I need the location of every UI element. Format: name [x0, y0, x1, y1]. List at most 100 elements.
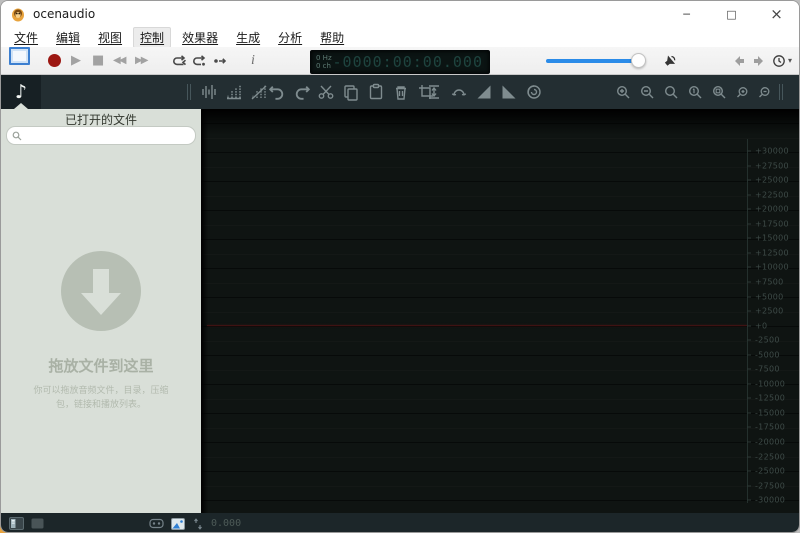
history-button[interactable]: ▾ — [771, 47, 792, 74]
amplitude-tools-group — [425, 75, 543, 109]
volume-slider[interactable] — [546, 59, 642, 63]
app-window: ocenaudio ─ □ × 文件编辑视图控制效果器生成分析帮助 ▶ ■ ◀◀… — [0, 0, 800, 533]
history-clock-icon — [771, 53, 787, 69]
volume-slider-thumb[interactable] — [631, 53, 646, 68]
title-bar[interactable]: ocenaudio ─ □ × — [1, 1, 799, 27]
scale-label: -27500 — [747, 481, 785, 490]
scale-label: -17500 — [747, 423, 785, 432]
scale-label: -7500 — [747, 365, 780, 374]
audio-format-info: 0 Hz 0 ch — [316, 54, 332, 70]
sort-arrows-icon — [193, 518, 203, 530]
zoom-out-icon[interactable] — [639, 84, 656, 101]
toolbar-grip[interactable] — [187, 84, 193, 100]
arrow-right-icon — [752, 54, 766, 68]
toggle-sidebar-button[interactable] — [9, 513, 24, 533]
selection-tool-button[interactable] — [9, 47, 30, 65]
info-button[interactable]: i — [251, 47, 255, 74]
amplitude-scale: +30000+27500+25000+22500+20000+17500+150… — [745, 109, 799, 513]
snap-icon — [149, 518, 164, 529]
navigate-forward-button[interactable] — [752, 47, 766, 74]
zoom-fit-icon[interactable] — [663, 84, 680, 101]
scale-label: -5000 — [747, 350, 780, 359]
close-button[interactable]: × — [754, 1, 799, 27]
menu-item-1[interactable]: 编辑 — [49, 27, 87, 48]
navigate-back-button[interactable] — [732, 47, 746, 74]
spectrum-disabled-icon[interactable] — [250, 83, 268, 101]
scale-label: +20000 — [747, 205, 789, 214]
waveform-editor[interactable]: +30000+27500+25000+22500+20000+17500+150… — [201, 109, 799, 513]
view-thumbnail-button[interactable] — [171, 513, 185, 533]
vertical-zoom-in-icon[interactable] — [735, 85, 750, 100]
paste-icon[interactable] — [367, 83, 385, 101]
menu-item-2[interactable]: 视图 — [91, 27, 129, 48]
play-from-cursor-button[interactable] — [212, 47, 228, 74]
scale-label: -12500 — [747, 394, 785, 403]
cursor-position-label: 0.000 — [211, 513, 241, 533]
loop-selection-icon — [191, 53, 207, 69]
music-note-icon: ♪ — [15, 81, 27, 103]
zoom-one-to-one-icon[interactable] — [687, 84, 704, 101]
status-bar: 0.000 — [1, 513, 799, 533]
zoom-in-icon[interactable] — [615, 84, 632, 101]
zoom-tools-group — [615, 75, 785, 109]
menu-item-4[interactable]: 效果器 — [175, 27, 225, 48]
menu-item-7[interactable]: 帮助 — [313, 27, 351, 48]
scale-label: -10000 — [747, 379, 785, 388]
pan-icon[interactable] — [450, 83, 468, 101]
sort-button[interactable] — [193, 513, 203, 533]
play-button[interactable]: ▶ — [71, 47, 81, 74]
edit-group — [317, 75, 435, 109]
record-button[interactable] — [48, 47, 61, 74]
scale-label: +15000 — [747, 234, 789, 243]
download-arrow-icon — [59, 249, 143, 333]
zoom-selection-icon[interactable] — [711, 84, 728, 101]
spectrogram-view-icon[interactable] — [225, 83, 243, 101]
history-dropdown-glyph: ▾ — [788, 56, 792, 65]
scale-label: -22500 — [747, 452, 785, 461]
menu-item-6[interactable]: 分析 — [271, 27, 309, 48]
panel-blank-icon — [31, 518, 44, 529]
speaker-icon — [657, 48, 682, 73]
menu-bar: 文件编辑视图控制效果器生成分析帮助 — [1, 27, 799, 47]
loop-selection-button[interactable] — [191, 47, 207, 74]
undo-redo-group — [267, 75, 312, 109]
toolbar-grip-right[interactable] — [779, 84, 785, 100]
play-from-cursor-icon — [212, 53, 228, 69]
file-search-box[interactable] — [6, 126, 196, 145]
minimize-button[interactable]: ─ — [664, 1, 709, 27]
snap-toggle-button[interactable] — [149, 513, 164, 533]
scale-label: +22500 — [747, 190, 789, 199]
cut-icon[interactable] — [317, 83, 335, 101]
fade-in-icon[interactable] — [475, 83, 493, 101]
loop-button[interactable] — [171, 47, 187, 74]
menu-item-5[interactable]: 生成 — [229, 27, 267, 48]
record-icon — [48, 54, 61, 67]
maximize-button[interactable]: □ — [709, 1, 754, 27]
time-counter: -0000:00:00.000 — [332, 53, 489, 71]
scale-label: +27500 — [747, 161, 789, 170]
adjust-level-icon[interactable] — [425, 83, 443, 101]
panel-option-button[interactable] — [31, 513, 44, 533]
loop-icon — [171, 53, 187, 69]
menu-item-3[interactable]: 控制 — [133, 27, 171, 48]
waveform-view-icon[interactable] — [200, 83, 218, 101]
editing-toolbar: ♪ — [1, 75, 799, 109]
file-search-input[interactable] — [22, 129, 195, 142]
undo-icon[interactable] — [267, 83, 286, 102]
rewind-button[interactable]: ◀◀ — [113, 47, 124, 74]
zero-amplitude-line — [207, 325, 747, 326]
file-dropzone[interactable]: 拖放文件到这里 你可以拖放音频文件，目录，压缩包，链接和播放列表。 — [1, 249, 201, 413]
mute-button[interactable] — [661, 47, 679, 74]
redo-icon[interactable] — [293, 83, 312, 102]
normalize-icon[interactable] — [525, 83, 543, 101]
copy-icon[interactable] — [342, 83, 360, 101]
scale-label: -2500 — [747, 336, 780, 345]
stop-button[interactable]: ■ — [92, 47, 104, 74]
fade-out-icon[interactable] — [500, 83, 518, 101]
menu-item-0[interactable]: 文件 — [7, 27, 45, 48]
dropzone-hint: 你可以拖放音频文件，目录，压缩包，链接和播放列表。 — [32, 384, 170, 413]
delete-icon[interactable] — [392, 83, 410, 101]
vertical-zoom-out-icon[interactable] — [757, 85, 772, 100]
scale-label: +30000 — [747, 147, 789, 156]
fast-forward-button[interactable]: ▶▶ — [135, 47, 146, 74]
